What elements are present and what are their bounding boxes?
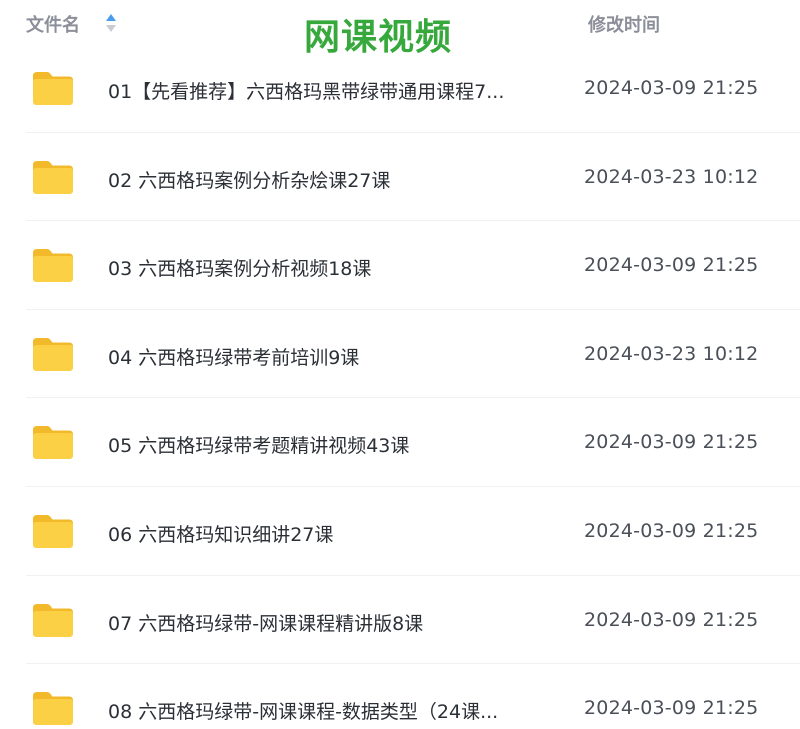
list-item[interactable]: 02 六西格玛案例分析杂烩课27课 2024-03-23 10:12 bbox=[0, 133, 800, 222]
modified-time: 2024-03-09 21:25 bbox=[584, 519, 759, 542]
file-list-screen: 文件名 网课视频 修改时间 01【先看推荐】六西格玛黑带绿带通用课程7... 2… bbox=[0, 0, 800, 729]
modified-time: 2024-03-09 21:25 bbox=[584, 431, 759, 454]
file-name: 08 六西格玛绿带-网课课程-数据类型（24课... bbox=[108, 701, 499, 724]
modified-time-column-header[interactable]: 修改时间 bbox=[588, 11, 660, 37]
folder-icon bbox=[31, 513, 75, 549]
file-name: 03 六西格玛案例分析视频18课 bbox=[108, 258, 372, 281]
file-name: 01【先看推荐】六西格玛黑带绿带通用课程7... bbox=[108, 81, 505, 103]
file-list: 01【先看推荐】六西格玛黑带绿带通用课程7... 2024-03-09 21:2… bbox=[0, 44, 800, 729]
list-item[interactable]: 05 六西格玛绿带考题精讲视频43课 2024-03-09 21:25 bbox=[0, 398, 800, 487]
folder-icon bbox=[31, 247, 75, 283]
folder-icon bbox=[31, 70, 75, 106]
list-item[interactable]: 01【先看推荐】六西格玛黑带绿带通用课程7... 2024-03-09 21:2… bbox=[0, 44, 800, 133]
modified-time: 2024-03-23 10:12 bbox=[584, 165, 759, 188]
list-item[interactable]: 06 六西格玛知识细讲27课 2024-03-09 21:25 bbox=[0, 487, 800, 576]
sort-icon[interactable] bbox=[104, 12, 118, 34]
modified-time: 2024-03-23 10:12 bbox=[584, 342, 759, 365]
file-name: 07 六西格玛绿带-网课课程精讲版8课 bbox=[108, 612, 424, 635]
modified-time: 2024-03-09 21:25 bbox=[584, 697, 759, 720]
list-item[interactable]: 08 六西格玛绿带-网课课程-数据类型（24课... 2024-03-09 21… bbox=[0, 664, 800, 729]
folder-icon bbox=[31, 424, 75, 460]
folder-icon bbox=[31, 690, 75, 726]
list-item[interactable]: 04 六西格玛绿带考前培训9课 2024-03-23 10:12 bbox=[0, 310, 800, 399]
list-item[interactable]: 07 六西格玛绿带-网课课程精讲版8课 2024-03-09 21:25 bbox=[0, 576, 800, 665]
folder-icon bbox=[31, 602, 75, 638]
list-item[interactable]: 03 六西格玛案例分析视频18课 2024-03-09 21:25 bbox=[0, 221, 800, 310]
name-column-header[interactable]: 文件名 bbox=[26, 11, 80, 37]
file-name: 06 六西格玛知识细讲27课 bbox=[108, 523, 334, 546]
file-name: 02 六西格玛案例分析杂烩课27课 bbox=[108, 169, 391, 192]
modified-time: 2024-03-09 21:25 bbox=[584, 77, 759, 99]
folder-icon bbox=[31, 159, 75, 195]
file-name: 04 六西格玛绿带考前培训9课 bbox=[108, 346, 360, 369]
file-name: 05 六西格玛绿带考题精讲视频43课 bbox=[108, 435, 410, 458]
modified-time: 2024-03-09 21:25 bbox=[584, 254, 759, 277]
folder-icon bbox=[31, 336, 75, 372]
modified-time: 2024-03-09 21:25 bbox=[584, 608, 759, 631]
